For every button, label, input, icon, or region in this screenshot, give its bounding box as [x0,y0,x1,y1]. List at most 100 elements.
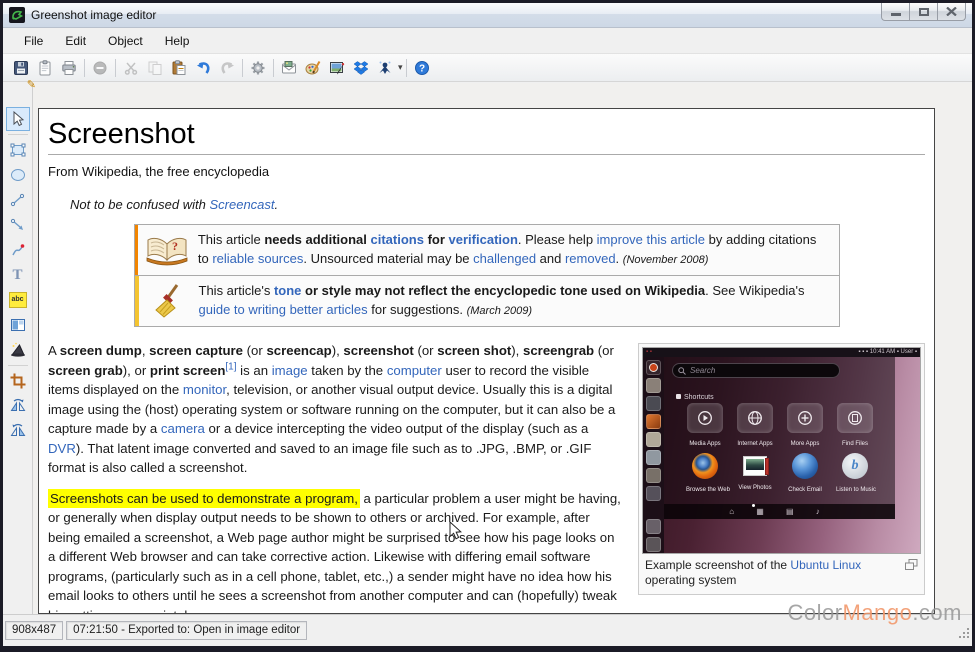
wiki-link[interactable]: monitor [183,382,226,397]
ubuntu-logo-icon [649,363,658,372]
minimize-button[interactable] [881,3,910,21]
dash-app-icons: Browse the Web View Photos Check Email [686,453,874,501]
ubuntu-launcher [643,357,664,553]
dash-category-tiles: Media Apps Internet Apps More Apps [686,403,874,455]
toolbar-separator [242,59,243,77]
wiki-link[interactable]: Ubuntu Linux [790,558,861,572]
menu-edit[interactable]: Edit [54,30,97,52]
wiki-link[interactable]: computer [387,363,442,378]
wiki-link[interactable]: DVR [48,441,76,456]
line-tool[interactable] [6,188,30,212]
ubuntu-search-bar[interactable]: Search [672,363,840,378]
save-icon [13,60,29,76]
toolstrip-separator [8,134,28,135]
settings-button[interactable] [246,56,270,80]
enlarge-icon[interactable] [905,559,918,574]
scissors-icon [123,60,139,76]
paste-button[interactable] [167,56,191,80]
tile-more-apps[interactable]: More Apps [786,403,824,455]
launcher-item-icon [646,450,661,465]
wiki-link[interactable]: reliable sources [212,251,303,266]
wiki-link[interactable]: improve this article [597,232,705,247]
rectangle-tool[interactable] [6,138,30,162]
copy-button[interactable] [143,56,167,80]
cut-button[interactable] [119,56,143,80]
internet-apps-icon [747,410,763,426]
close-button[interactable] [937,3,966,21]
wiki-link[interactable]: [1] [225,361,236,372]
undo-button[interactable] [191,56,215,80]
wiki-link[interactable]: Screencast [209,197,274,212]
pointer-icon [10,111,26,127]
wiki-link[interactable]: tone [274,283,301,298]
resize-grip[interactable] [959,626,970,644]
ubuntu-topbar-right: ▪ ▪ ▪ 10:41 AM ▪ User ▪ [858,349,917,355]
print-button[interactable] [57,56,81,80]
hatnote: Not to be confused with Screencast. [70,195,925,215]
dash-bottom-bar: ⌂ ▦ ▤ ♪ [664,504,895,519]
email-button[interactable] [277,56,301,80]
highlight-tool[interactable]: abc ✎ [6,288,30,312]
image-editor-icon [329,60,345,76]
toolbar-separator [84,59,85,77]
maximize-button[interactable] [909,3,938,21]
thumbnail-box: ▪ ▪ ▪ ▪ ▪ 10:41 AM ▪ User ▪ [638,343,925,595]
tile-internet-apps[interactable]: Internet Apps [736,403,774,455]
rectangle-icon [9,141,27,159]
gear-icon [250,60,266,76]
menu-file[interactable]: File [13,30,54,52]
titlebar[interactable]: Greenshot image editor [3,3,972,28]
app-listen-music[interactable]: b Listen to Music [836,453,874,501]
freehand-tool[interactable] [6,238,30,262]
minimize-icon [891,13,901,16]
app-view-photos[interactable]: View Photos [736,453,774,501]
toolbar-separator [115,59,116,77]
wiki-link[interactable]: camera [161,421,205,436]
arrow-tool[interactable] [6,213,30,237]
wiki-link[interactable]: guide to writing better articles [199,302,368,317]
statusbar: 908x487 07:21:50 - Exported to: Open in … [3,614,972,646]
wiki-link[interactable]: verification [449,232,518,247]
wiki-link[interactable]: challenged [473,251,536,266]
effects-tool[interactable] [6,313,30,337]
obfuscate-tool[interactable] [6,338,30,362]
thumbnail-caption: Example screenshot of the Ubuntu Linux o… [642,554,921,591]
window-controls [882,3,966,21]
text-tool[interactable]: T [6,263,30,287]
help-button[interactable]: ? [410,56,434,80]
menu-object[interactable]: Object [97,30,154,52]
notice-text: This article's tone or style may not ref… [197,276,839,326]
captured-image-canvas[interactable]: Screenshot From Wikipedia, the free ency… [38,108,935,614]
thunderbird-icon [792,453,818,479]
redo-button[interactable] [215,56,239,80]
rotate-clockwise-tool[interactable] [6,394,30,418]
open-in-paint-button[interactable] [301,56,325,80]
banshee-icon: b [842,453,868,479]
wiki-link[interactable]: citations [371,232,424,247]
tile-media-apps[interactable]: Media Apps [686,403,724,455]
ubuntu-bfb-icon [646,360,661,375]
thumbnail-image[interactable]: ▪ ▪ ▪ ▪ ▪ 10:41 AM ▪ User ▪ [642,347,921,554]
delete-button[interactable] [88,56,112,80]
app-check-email[interactable]: Check Email [786,453,824,501]
media-apps-icon [697,410,713,426]
save-button[interactable] [9,56,33,80]
plugin-dropdown[interactable]: ▾ [398,62,403,73]
crop-tool[interactable] [6,369,30,393]
wiki-link[interactable]: image [272,363,308,378]
ubuntu-screenshot: ▪ ▪ ▪ ▪ ▪ 10:41 AM ▪ User ▪ [643,348,920,553]
app-browse-web[interactable]: Browse the Web [686,453,724,501]
upload-plugin-button[interactable] [373,56,397,80]
ellipse-tool[interactable] [6,163,30,187]
tile-find-files[interactable]: Find Files [836,403,874,455]
pointer-tool[interactable] [6,107,30,131]
menu-help[interactable]: Help [154,30,201,52]
open-in-image-editor-button[interactable] [325,56,349,80]
launcher-item-icon [646,396,661,411]
copy-to-clipboard-button[interactable] [33,56,57,80]
rotate-counterclockwise-tool[interactable] [6,419,30,443]
launcher-item-icon [646,414,661,429]
upload-dropbox-button[interactable] [349,56,373,80]
photos-icon [743,456,767,476]
wiki-link[interactable]: removed [565,251,616,266]
